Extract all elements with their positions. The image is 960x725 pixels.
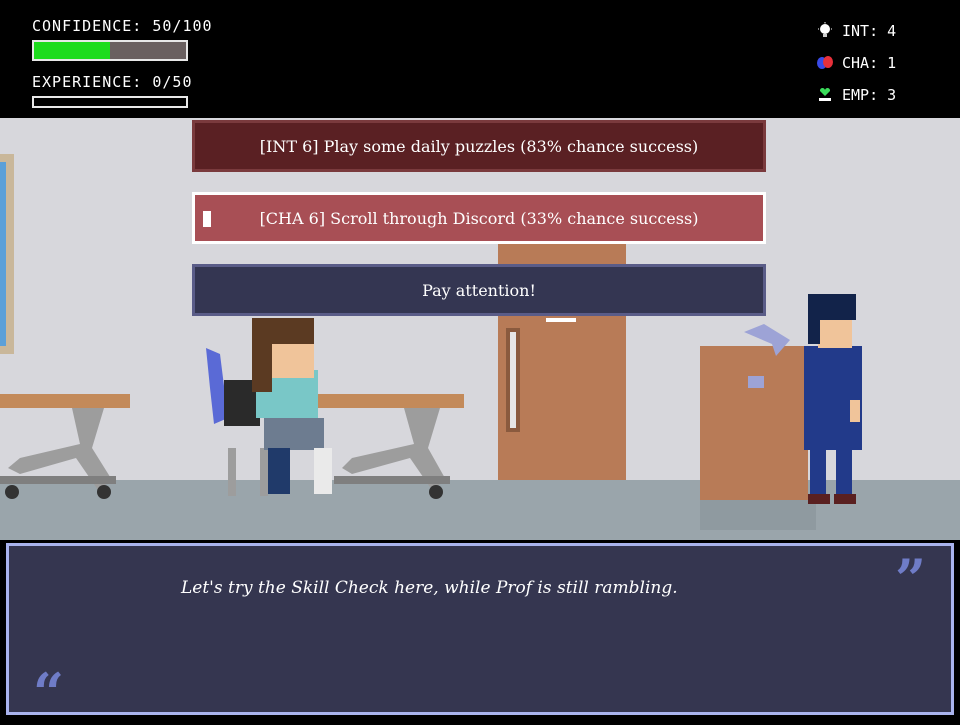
stat-cha-label: CHA: 1 xyxy=(842,54,897,72)
stat-cha: CHA: 1 xyxy=(816,52,896,74)
confidence-label: CONFIDENCE: 50/100 xyxy=(32,17,213,35)
experience-label: EXPERIENCE: 0/50 xyxy=(32,73,193,91)
open-quote-icon: “ xyxy=(33,661,65,725)
classroom-scene xyxy=(0,118,960,540)
choice-button-attention[interactable]: Pay attention! xyxy=(192,264,766,316)
confidence-bar-fill xyxy=(34,42,110,59)
heart-hand-icon xyxy=(819,87,831,101)
choice-button-discord[interactable]: [CHA 6] Scroll through Discord (33% chan… xyxy=(192,192,766,244)
confidence-bar xyxy=(32,40,188,61)
choice-label-attention: Pay attention! xyxy=(422,280,536,300)
lightbulb-icon xyxy=(818,22,832,37)
experience-bar xyxy=(32,96,188,108)
selection-cursor-icon xyxy=(203,211,211,227)
stat-int: INT: 4 xyxy=(816,20,896,42)
stat-emp-label: EMP: 3 xyxy=(842,86,897,104)
dialogue-text: Let's try the Skill Check here, while Pr… xyxy=(181,578,678,598)
masks-icon xyxy=(817,56,833,69)
close-quote-icon: ” xyxy=(895,547,927,611)
classroom-background xyxy=(0,118,960,540)
choice-label-puzzles: [INT 6] Play some daily puzzles (83% cha… xyxy=(259,136,699,156)
hud-panel: CONFIDENCE: 50/100 EXPERIENCE: 0/50 INT:… xyxy=(0,0,960,118)
choice-label-discord: [CHA 6] Scroll through Discord (33% chan… xyxy=(259,208,699,228)
stat-emp: EMP: 3 xyxy=(816,84,896,106)
stat-int-label: INT: 4 xyxy=(842,22,897,40)
choice-button-puzzles[interactable]: [INT 6] Play some daily puzzles (83% cha… xyxy=(192,120,766,172)
dialogue-box[interactable]: Let's try the Skill Check here, while Pr… xyxy=(6,543,954,720)
